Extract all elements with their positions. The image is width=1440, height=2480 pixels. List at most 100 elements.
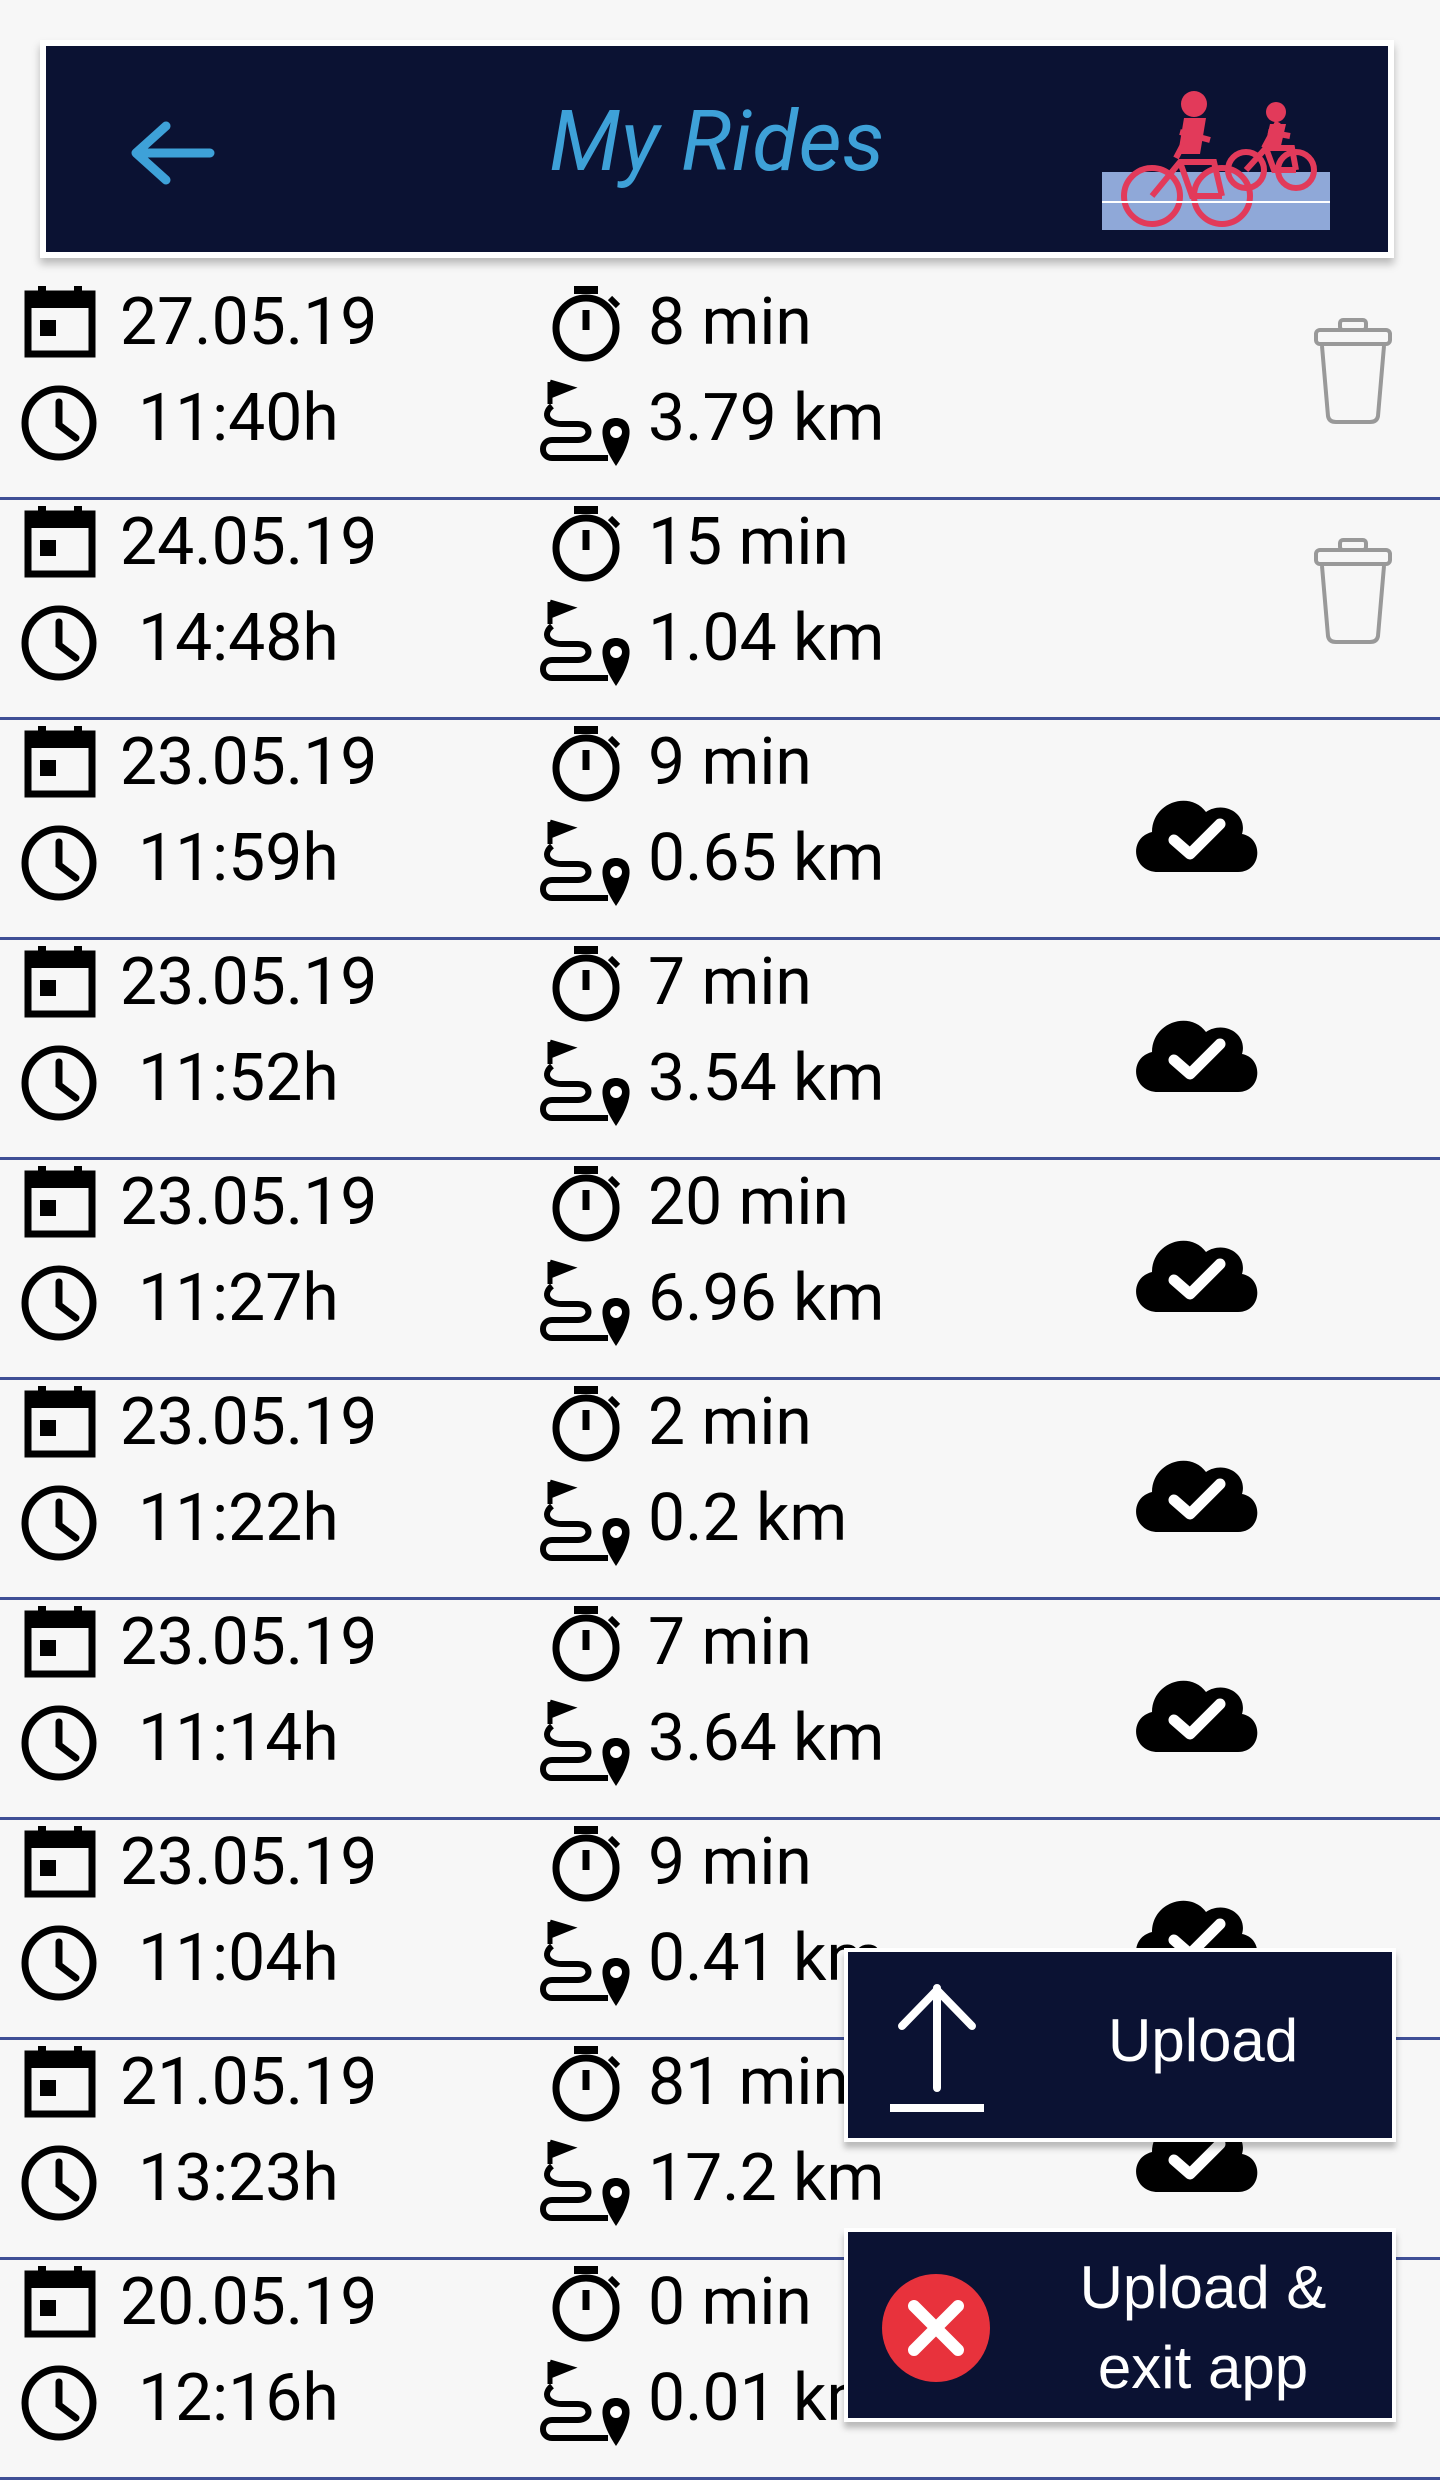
ride-duration: 0 min: [648, 2264, 812, 2341]
calendar-icon: [24, 726, 96, 798]
ride-row[interactable]: 23.05.19 11:52h 7 min 3.54 km: [0, 940, 1440, 1160]
upload-button[interactable]: Upload: [844, 1948, 1396, 2142]
stopwatch-icon: [552, 2046, 621, 2122]
ride-duration: 15 min: [648, 504, 849, 581]
ride-duration: 8 min: [648, 284, 812, 361]
ride-duration: 81 min: [648, 2044, 849, 2121]
ride-time: 11:40h: [138, 380, 339, 457]
route-icon: [540, 1259, 630, 1346]
clock-icon: [21, 1485, 97, 1561]
ride-duration: 9 min: [648, 724, 812, 801]
ride-duration: 2 min: [648, 1384, 812, 1461]
stopwatch-icon: [552, 1606, 621, 1682]
ride-row[interactable]: 24.05.19 14:48h 15 min 1.04 km: [0, 500, 1440, 720]
ride-date: 23.05.19: [120, 1384, 378, 1461]
ride-date: 20.05.19: [120, 2264, 378, 2341]
clock-icon: [21, 1045, 97, 1121]
stopwatch-icon: [552, 2266, 621, 2342]
stopwatch-icon: [552, 506, 621, 582]
clock-icon: [21, 2365, 97, 2441]
stopwatch-icon: [552, 1826, 621, 1902]
ride-date: 23.05.19: [120, 944, 378, 1021]
trash-icon[interactable]: [1310, 536, 1396, 646]
calendar-icon: [24, 2046, 96, 2118]
ride-date: 23.05.19: [120, 724, 378, 801]
ride-date: 27.05.19: [120, 284, 378, 361]
clock-icon: [21, 1265, 97, 1341]
ride-time: 14:48h: [138, 600, 339, 677]
upload-exit-button[interactable]: Upload & exit app: [844, 2228, 1396, 2422]
route-icon: [540, 379, 630, 466]
ride-time: 11:14h: [138, 1700, 339, 1777]
cloud-check-icon: [1136, 1460, 1258, 1532]
ride-date: 23.05.19: [120, 1164, 378, 1241]
upload-arrow-icon: [890, 1984, 984, 2112]
route-icon: [540, 2359, 630, 2446]
clock-icon: [21, 2145, 97, 2221]
ride-row[interactable]: 23.05.19 11:14h 7 min 3.64 km: [0, 1600, 1440, 1820]
clock-icon: [21, 1705, 97, 1781]
calendar-icon: [24, 1606, 96, 1678]
cloud-check-icon: [1136, 1680, 1258, 1752]
ride-row[interactable]: 27.05.19 11:40h 8 min 3.79 km: [0, 280, 1440, 500]
trash-icon[interactable]: [1310, 316, 1396, 426]
ride-time: 12:16h: [138, 2360, 339, 2437]
ride-list: 27.05.19 11:40h 8 min 3.79 km 24.05.19 14:48h…: [0, 280, 1440, 2480]
cloud-check-icon: [1136, 1240, 1258, 1312]
ride-time: 11:27h: [138, 1260, 339, 1337]
upload-exit-label: Upload & exit app: [1079, 2254, 1327, 2401]
close-circle-icon: [882, 2274, 990, 2382]
ride-row[interactable]: 23.05.19 11:59h 9 min 0.65 km: [0, 720, 1440, 940]
ride-distance: 1.04 km: [648, 600, 885, 677]
calendar-icon: [24, 1386, 96, 1458]
cyclists-logo: [1102, 91, 1330, 230]
route-icon: [540, 599, 630, 686]
app-header: My Rides: [40, 40, 1394, 258]
calendar-icon: [24, 506, 96, 578]
ride-distance: 3.64 km: [648, 1700, 885, 1777]
calendar-icon: [24, 2266, 96, 2338]
clock-icon: [21, 605, 97, 681]
ride-duration: 9 min: [648, 1824, 812, 1901]
ride-distance: 6.96 km: [648, 1260, 885, 1337]
ride-duration: 7 min: [648, 944, 812, 1021]
ride-distance: 17.2 km: [648, 2140, 885, 2217]
ride-duration: 20 min: [648, 1164, 849, 1241]
calendar-icon: [24, 1166, 96, 1238]
route-icon: [540, 1919, 630, 2006]
calendar-icon: [24, 1826, 96, 1898]
calendar-icon: [24, 286, 96, 358]
ride-time: 11:52h: [138, 1040, 339, 1117]
route-icon: [540, 2139, 630, 2226]
cloud-check-icon: [1136, 800, 1258, 872]
ride-time: 11:59h: [138, 820, 339, 897]
clock-icon: [21, 1925, 97, 2001]
cloud-check-icon: [1136, 1020, 1258, 1092]
ride-duration: 7 min: [648, 1604, 812, 1681]
upload-label: Upload: [1108, 2007, 1299, 2074]
clock-icon: [21, 825, 97, 901]
stopwatch-icon: [552, 286, 621, 362]
ride-distance: 0.65 km: [648, 820, 885, 897]
ride-distance: 0.2 km: [648, 1480, 848, 1557]
route-icon: [540, 819, 630, 906]
stopwatch-icon: [552, 1166, 621, 1242]
ride-date: 21.05.19: [120, 2044, 378, 2121]
stopwatch-icon: [552, 946, 621, 1022]
ride-distance: 3.54 km: [648, 1040, 885, 1117]
ride-time: 11:04h: [138, 1920, 339, 1997]
clock-icon: [21, 385, 97, 461]
ride-date: 23.05.19: [120, 1824, 378, 1901]
ride-date: 24.05.19: [120, 504, 378, 581]
ride-row[interactable]: 23.05.19 11:22h 2 min 0.2 km: [0, 1380, 1440, 1600]
ride-time: 11:22h: [138, 1480, 339, 1557]
ride-time: 13:23h: [138, 2140, 339, 2217]
calendar-icon: [24, 946, 96, 1018]
ride-distance: 3.79 km: [648, 380, 885, 457]
route-icon: [540, 1479, 630, 1566]
route-icon: [540, 1699, 630, 1786]
stopwatch-icon: [552, 1386, 621, 1462]
ride-date: 23.05.19: [120, 1604, 378, 1681]
route-icon: [540, 1039, 630, 1126]
ride-row[interactable]: 23.05.19 11:27h 20 min 6.96 km: [0, 1160, 1440, 1380]
